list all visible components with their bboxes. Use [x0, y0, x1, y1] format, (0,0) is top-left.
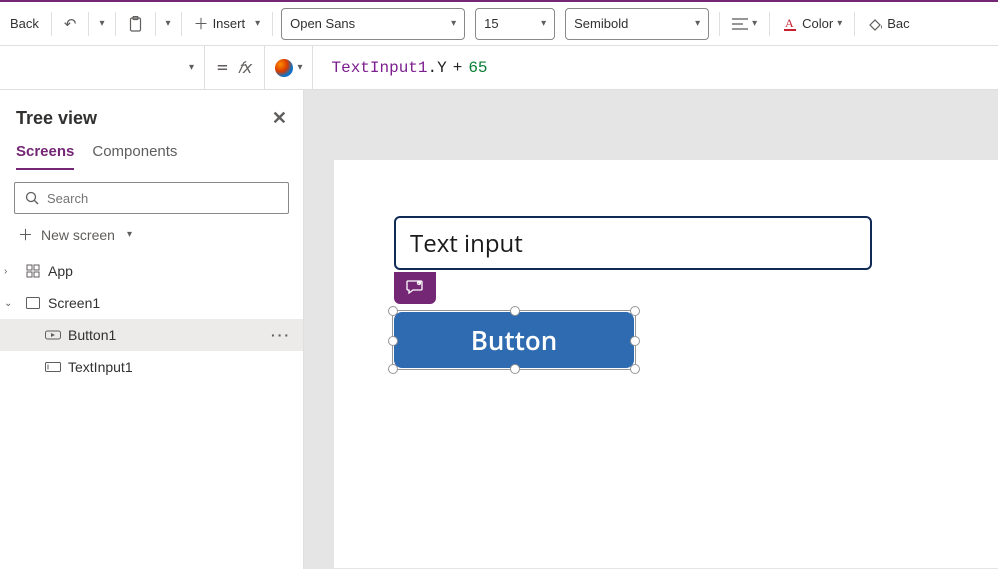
- tree-node-label: App: [48, 263, 73, 279]
- tab-components[interactable]: Components: [92, 143, 177, 170]
- textinput-value: Text input: [410, 227, 523, 260]
- comment-icon: +: [406, 279, 424, 298]
- font-family-select[interactable]: Open Sans ▾: [281, 8, 465, 40]
- comment-indicator[interactable]: +: [394, 272, 436, 304]
- divider: [155, 12, 156, 36]
- divider: [115, 12, 116, 36]
- tree-view-header: Tree view ✕: [0, 100, 303, 133]
- formula-token-property: Y: [437, 59, 447, 77]
- tree-tabs: Screens Components: [0, 133, 303, 170]
- tree-node-label: TextInput1: [68, 359, 133, 375]
- chevron-down-icon: ▾: [451, 18, 456, 29]
- tree-node-button1[interactable]: Button1 ···: [0, 319, 303, 351]
- divider: [181, 12, 182, 36]
- formula-token-control: TextInput1: [331, 59, 427, 77]
- plus-icon: ＋: [18, 224, 33, 245]
- tree-node-label: Button1: [68, 327, 116, 343]
- color-button[interactable]: A Color ▾: [774, 8, 850, 40]
- divider: [51, 12, 52, 36]
- chevron-down-icon: ▾: [752, 18, 757, 29]
- font-color-icon: A: [782, 16, 798, 32]
- chevron-down-icon: ⌄: [4, 298, 18, 309]
- control-textinput1[interactable]: Text input: [394, 216, 872, 270]
- control-button1[interactable]: Button: [394, 312, 634, 368]
- tree-node-textinput1[interactable]: TextInput1: [0, 351, 303, 383]
- align-button[interactable]: ▾: [724, 8, 765, 40]
- chevron-down-icon: ▾: [166, 18, 171, 29]
- textinput-control-icon: [44, 362, 62, 372]
- new-screen-button[interactable]: ＋ New screen ▾: [14, 214, 289, 255]
- plus-icon: ＋: [194, 13, 209, 34]
- divider: [272, 12, 273, 36]
- back-button[interactable]: Back: [2, 8, 47, 40]
- formula-bar: ▾ = 𝑓x ▾ TextInput1.Y + 65: [0, 46, 998, 90]
- search-input[interactable]: [14, 182, 289, 214]
- paste-menu[interactable]: ▾: [160, 8, 177, 40]
- canvas-area: Text input + Button: [304, 90, 998, 569]
- chevron-down-icon: ▾: [99, 18, 104, 29]
- screen-icon: [24, 297, 42, 309]
- main-area: Tree view ✕ Screens Components ＋ New scr…: [0, 90, 998, 569]
- divider: [854, 12, 855, 36]
- chevron-right-icon: ›: [4, 266, 18, 277]
- svg-text:A: A: [785, 16, 794, 30]
- copilot-button[interactable]: ▾: [265, 46, 313, 90]
- close-icon[interactable]: ✕: [272, 108, 287, 129]
- tree-node-screen1[interactable]: ⌄ Screen1: [0, 287, 303, 319]
- undo-menu[interactable]: ▾: [93, 8, 110, 40]
- font-size-select[interactable]: 15 ▾: [475, 8, 555, 40]
- chevron-down-icon: ▾: [127, 229, 132, 240]
- button-label: Button: [471, 322, 558, 358]
- paste-button[interactable]: [120, 8, 151, 40]
- chevron-down-icon: ▾: [255, 18, 260, 29]
- chevron-down-icon: ▾: [297, 62, 302, 73]
- property-selector[interactable]: ▾: [0, 46, 205, 90]
- tree-view-title: Tree view: [16, 108, 97, 129]
- formula-token-number: 65: [468, 59, 487, 77]
- align-icon: [732, 17, 748, 31]
- design-canvas[interactable]: Text input + Button: [334, 160, 998, 568]
- formula-token-dot: .: [428, 59, 438, 77]
- font-weight-select[interactable]: Semibold ▾: [565, 8, 709, 40]
- button-control-icon: [44, 329, 62, 341]
- undo-button[interactable]: ↶: [56, 8, 85, 40]
- search-field[interactable]: [47, 191, 278, 206]
- divider: [769, 12, 770, 36]
- chevron-down-icon: ▾: [695, 18, 700, 29]
- tree-node-app[interactable]: › App: [0, 255, 303, 287]
- chevron-down-icon: ▾: [541, 18, 546, 29]
- formula-input[interactable]: TextInput1.Y + 65: [313, 46, 998, 90]
- copilot-icon: [275, 59, 293, 77]
- fill-icon: [867, 16, 883, 31]
- undo-icon: ↶: [64, 15, 77, 33]
- background-button[interactable]: Bac: [859, 8, 917, 40]
- tree-view-panel: Tree view ✕ Screens Components ＋ New scr…: [0, 90, 304, 569]
- ribbon: Back ↶ ▾ ▾ ＋ Insert ▾ Open Sans ▾ 15 ▾ S…: [0, 2, 998, 46]
- divider: [88, 12, 89, 36]
- tab-screens[interactable]: Screens: [16, 143, 74, 170]
- divider: [719, 12, 720, 36]
- tree-node-label: Screen1: [48, 295, 100, 311]
- insert-button[interactable]: ＋ Insert ▾: [186, 8, 269, 40]
- search-icon: [25, 191, 39, 205]
- app-icon: [24, 264, 42, 278]
- more-icon[interactable]: ···: [271, 327, 291, 343]
- clipboard-icon: [128, 16, 143, 32]
- chevron-down-icon: ▾: [189, 62, 194, 73]
- formula-token-operator: +: [447, 59, 469, 77]
- chevron-down-icon: ▾: [837, 18, 842, 29]
- fx-label: = 𝑓x: [205, 46, 265, 90]
